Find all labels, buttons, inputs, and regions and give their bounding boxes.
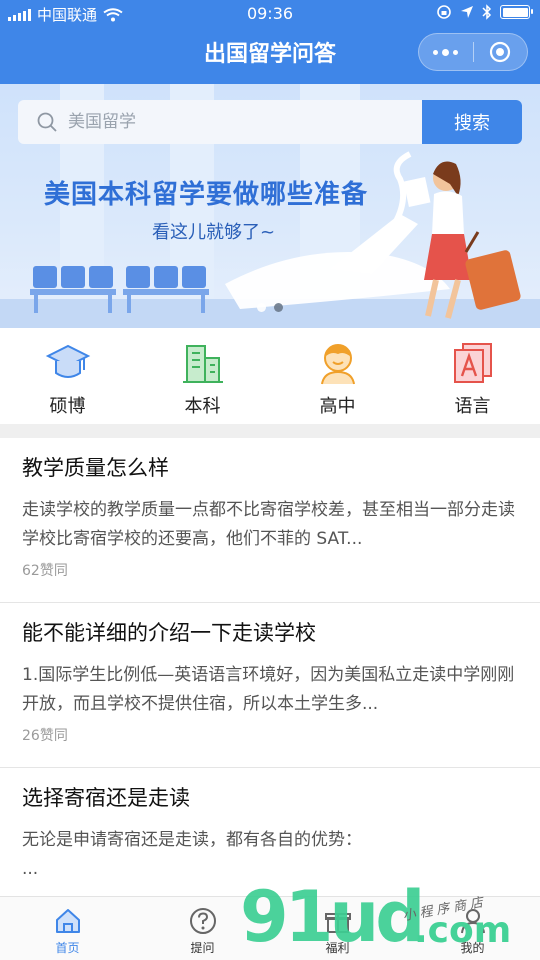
home-icon <box>55 909 80 933</box>
article-likes: 26赞同 <box>22 728 68 744</box>
category-label: 本科 <box>184 396 221 417</box>
article-item[interactable]: 教学质量怎么样 走读学校的教学质量一点都不比寄宿学校差，甚至相当一部分走读学校比… <box>0 438 540 603</box>
buildings-icon <box>182 345 223 383</box>
article-title: 选择寄宿还是走读 <box>22 786 190 810</box>
user-icon <box>460 909 485 934</box>
search-bar: 搜索 <box>18 100 522 144</box>
app-page: 中国联通 09:36 出国留学问答 美国留学 搜索 美国本科留学要做哪些准备 看… <box>0 0 540 960</box>
banner-headline: 美国本科留学要做哪些准备 <box>44 180 369 210</box>
section-divider <box>0 424 540 438</box>
battery-icon <box>500 5 533 19</box>
letter-a-icon <box>453 343 492 383</box>
category-language[interactable]: 语言 <box>405 328 540 424</box>
tab-benefits[interactable]: 福利 <box>270 897 405 960</box>
category-label: 高中 <box>319 396 356 417</box>
article-summary: 无论是申请寄宿还是走读，都有各自的优势： ... <box>22 830 362 879</box>
banner-subline: 看这儿就够了~ <box>152 222 276 243</box>
category-label: 语言 <box>454 396 491 417</box>
mini-program-capsule <box>418 33 528 71</box>
tab-label: 福利 <box>325 941 350 955</box>
question-icon <box>189 908 216 934</box>
rotation-lock-icon <box>437 5 451 19</box>
gift-icon <box>324 913 351 933</box>
carousel-indicator <box>257 303 283 312</box>
more-button[interactable] <box>419 34 473 70</box>
carousel-dot-active[interactable] <box>274 303 283 312</box>
search-field[interactable] <box>18 100 422 144</box>
category-master-phd[interactable]: 硕博 <box>0 328 135 424</box>
category-high-school[interactable]: 高中 <box>270 328 405 424</box>
article-item[interactable]: 能不能详细的介绍一下走读学校 1.国际学生比例低—英语语言环境好，因为美国私立走… <box>0 603 540 768</box>
article-list: 教学质量怎么样 走读学校的教学质量一点都不比寄宿学校差，甚至相当一部分走读学校比… <box>0 438 540 933</box>
student-face-icon <box>320 344 355 385</box>
location-icon <box>461 6 473 18</box>
tab-label: 我的 <box>460 941 485 955</box>
banner-carousel[interactable]: 搜索 美国本科留学要做哪些准备 看这儿就够了~ <box>0 84 540 328</box>
search-input[interactable] <box>68 112 368 132</box>
more-dots-icon <box>433 48 459 56</box>
carousel-dot[interactable] <box>257 303 266 312</box>
bluetooth-icon <box>482 4 492 20</box>
article-summary: 走读学校的教学质量一点都不比寄宿学校差，甚至相当一部分走读学校比寄宿学校的还要高… <box>22 500 515 549</box>
tab-label: 提问 <box>190 941 215 955</box>
target-close-icon <box>490 41 511 63</box>
header: 中国联通 09:36 出国留学问答 <box>0 0 540 84</box>
article-summary: 1.国际学生比例低—英语语言环境好，因为美国私立走读中学刚刚开放，而且学校不提供… <box>22 665 515 714</box>
article-title: 能不能详细的介绍一下走读学校 <box>22 621 316 645</box>
tab-ask[interactable]: 提问 <box>135 897 270 960</box>
article-likes: 62赞同 <box>22 563 68 579</box>
search-icon <box>37 112 57 132</box>
close-button[interactable] <box>474 34 528 70</box>
search-button[interactable]: 搜索 <box>422 100 522 144</box>
tab-bar: 首页 提问 福利 我的 <box>0 896 540 960</box>
tab-profile[interactable]: 我的 <box>405 897 540 960</box>
article-title: 教学质量怎么样 <box>22 456 169 480</box>
status-bar: 中国联通 09:36 <box>0 0 540 28</box>
category-nav: 硕博 本科 高中 语言 <box>0 328 540 424</box>
tab-home[interactable]: 首页 <box>0 897 135 960</box>
category-label: 硕博 <box>49 396 86 417</box>
category-undergraduate[interactable]: 本科 <box>135 328 270 424</box>
tab-label: 首页 <box>55 941 80 955</box>
graduation-cap-icon <box>45 344 90 378</box>
